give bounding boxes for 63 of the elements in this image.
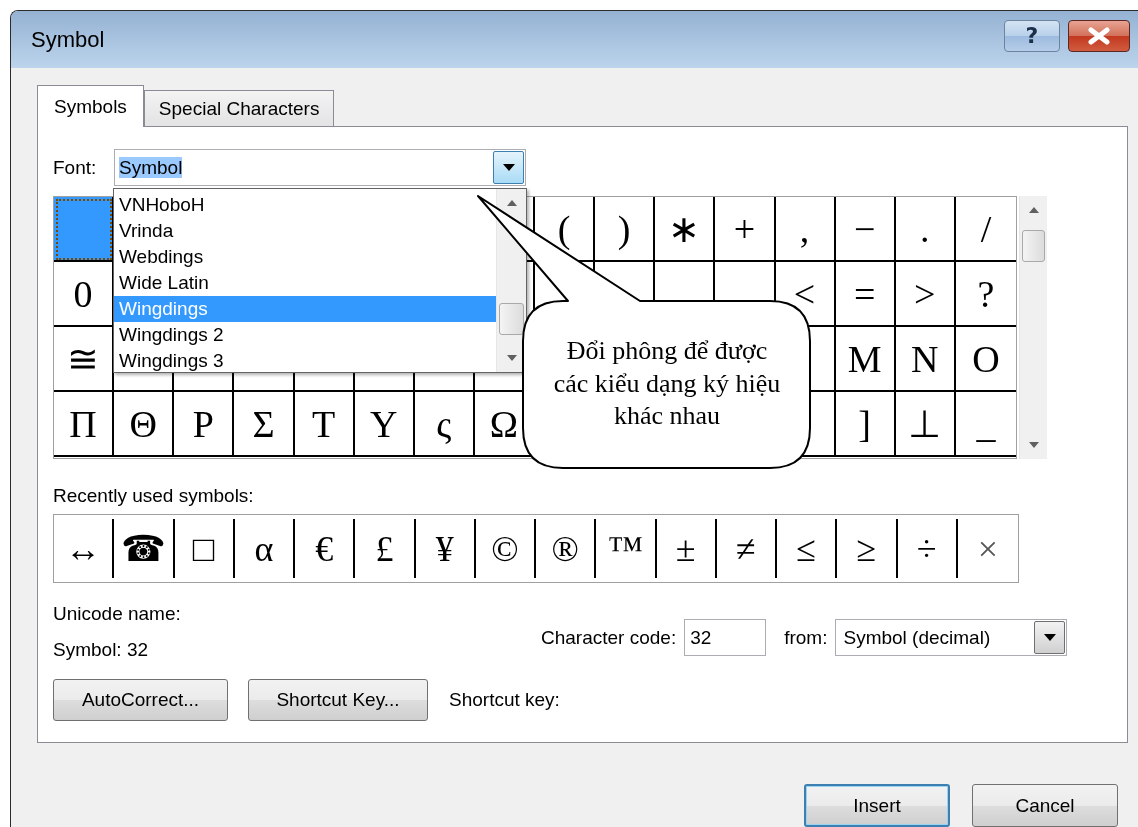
insert-button[interactable]: Insert [804,784,950,827]
symbol-cell[interactable]: . [895,197,956,262]
font-label: Font: [53,156,98,179]
character-code-field[interactable]: 32 [684,619,767,656]
symbol-cell[interactable]: ς [414,392,475,457]
symbol-cell[interactable]: Π [54,392,115,457]
symbol-cell[interactable]: = [835,262,896,327]
character-code-label: Character code: [541,626,677,649]
recent-symbols-label: Recently used symbols: [53,485,255,508]
symbol-cell[interactable]: ⊥ [895,392,956,457]
symbol-cell[interactable]: Ο [955,327,1016,392]
symbol-cell[interactable]: ¥ [415,519,476,578]
symbol-cell[interactable]: ] [835,392,896,457]
from-dropdown[interactable]: Symbol (decimal) [835,619,1068,656]
symbol-cell[interactable]: Μ [835,327,896,392]
symbol-cell[interactable]: ® [536,519,597,578]
shortcut-key-button[interactable]: Shortcut Key... [248,679,428,721]
font-option[interactable]: Webdings [114,244,496,270]
symbol-cell[interactable]: ≤ [777,519,838,578]
symbol-cell[interactable]: □ [174,519,235,578]
symbol-cell[interactable]: Τ [294,392,355,457]
symbol-cell[interactable]: , [775,197,836,262]
symbol-cell[interactable]: ÷ [897,519,958,578]
tab[interactable]: Special Characters [143,90,335,127]
symbol-cell[interactable]: Ρ [174,392,235,457]
cancel-button[interactable]: Cancel [972,784,1118,827]
symbol-cell[interactable]: ) [595,197,656,262]
symbol-cell[interactable]: / [955,197,1016,262]
symbol-cell[interactable]: _ [955,392,1016,457]
window-title: Symbol [31,26,106,53]
symbol-cell[interactable]: € [295,519,356,578]
symbol-cell[interactable]: ☎ [114,519,175,578]
symbol-cell[interactable]: ∗ [655,197,716,262]
shortcut-key-label: Shortcut key: [449,689,560,711]
symbol-cell[interactable]: − [835,197,896,262]
symbol-cell[interactable]: ? [955,262,1016,327]
symbol-cell[interactable]: + [715,197,776,262]
symbol-cell[interactable]: ↔ [54,519,115,578]
symbol-cell[interactable]: α [234,519,295,578]
unicode-name-label: Unicode name: [53,603,182,625]
symbol-cell[interactable]: Υ [354,392,415,457]
font-option[interactable]: Vrinda [114,218,496,244]
font-option[interactable]: Wingdings 2 [114,322,496,348]
symbol-cell[interactable]: × [957,519,1018,578]
symbol-cell[interactable]: © [475,519,536,578]
symbol-cell[interactable]: Σ [234,392,295,457]
symbol-cell[interactable]: ≠ [716,519,777,578]
font-combo[interactable]: Symbol [114,149,526,186]
symbol-cell[interactable]: Ν [895,327,956,392]
symbol-cell[interactable]: Θ [114,392,175,457]
help-button[interactable]: ? [1004,19,1060,52]
font-option[interactable]: Wide Latin [114,270,496,296]
font-option[interactable]: Wingdings 3 [114,348,496,372]
autocorrect-button[interactable]: AutoCorrect... [53,679,228,721]
symbol-cell[interactable]: ≥ [837,519,898,578]
symbol-cell[interactable]: ± [656,519,717,578]
from-label: from: [784,626,828,649]
symbol-cell[interactable]: £ [355,519,416,578]
tab[interactable]: Symbols [37,85,144,127]
callout-text: Đổi phông để được các kiểu dạng ký hiệu khác nhau [552,335,782,433]
unicode-name-value: Symbol: 32 [53,639,150,661]
symbol-cell[interactable]: ™ [596,519,657,578]
symbol-cell[interactable]: > [895,262,956,327]
